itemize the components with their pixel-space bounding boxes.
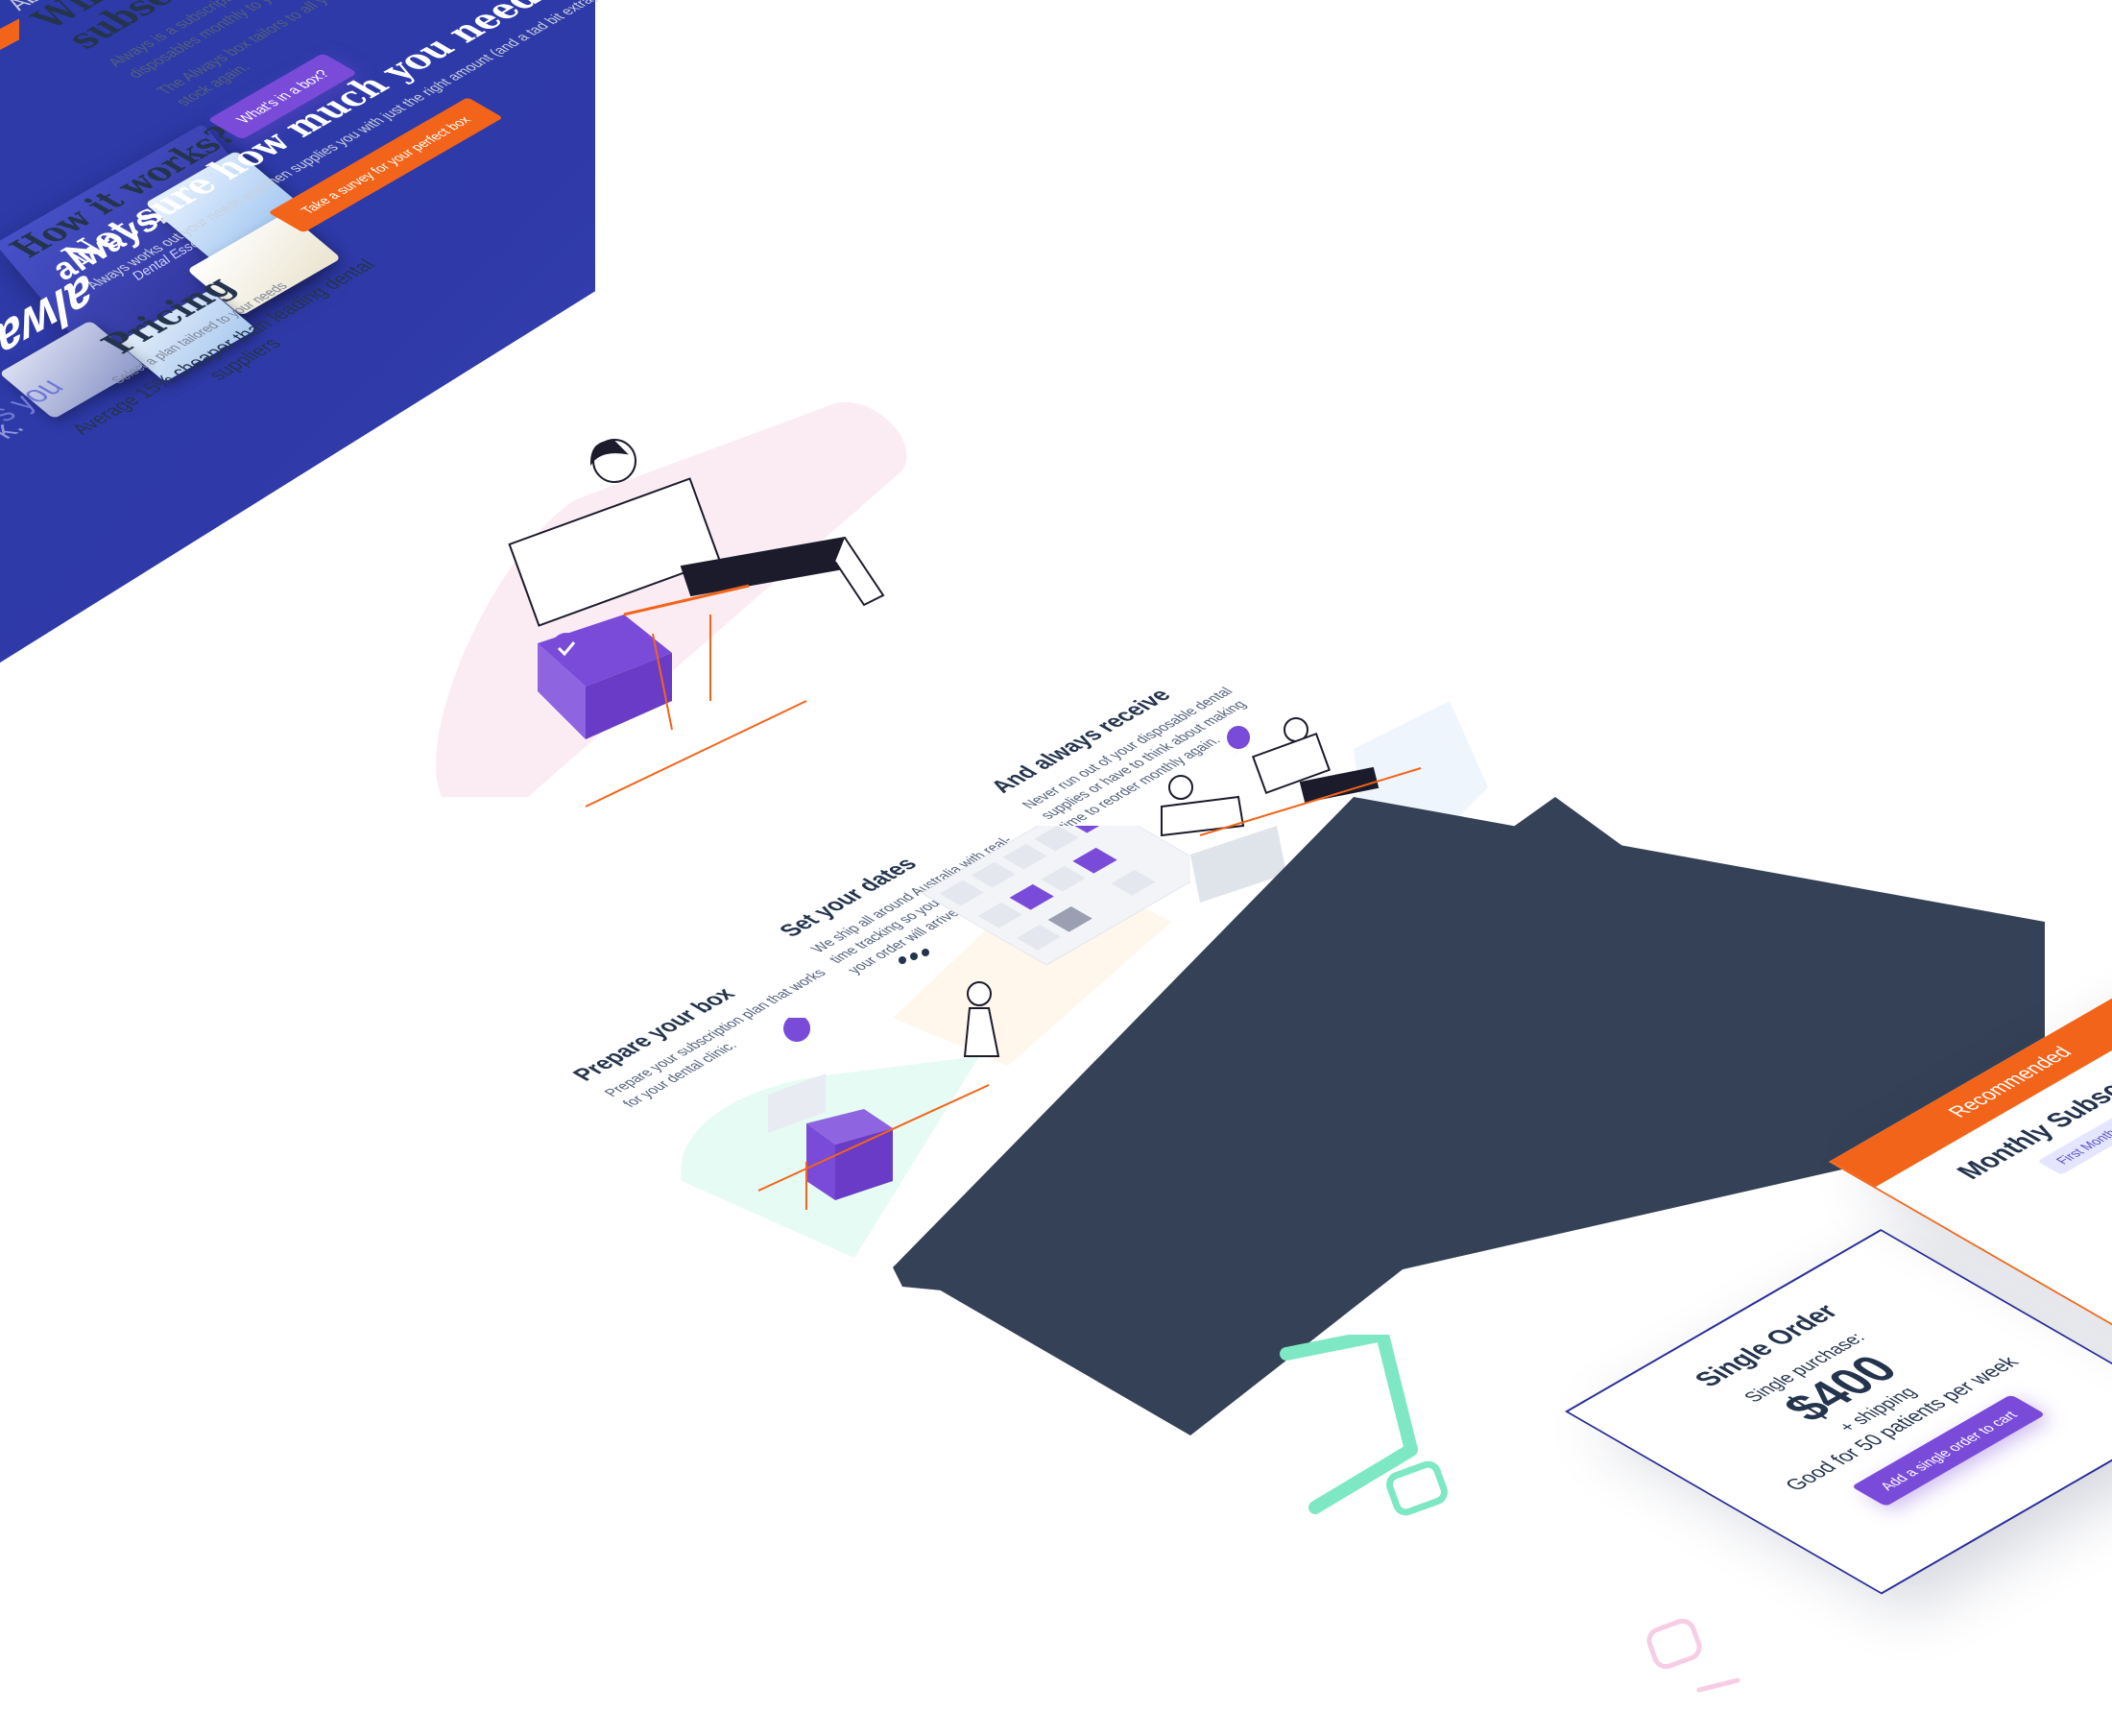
about-illustration [436,401,907,808]
mint-decor-shape [1280,1335,1448,1516]
pink-decor-shape [1646,1618,1740,1693]
